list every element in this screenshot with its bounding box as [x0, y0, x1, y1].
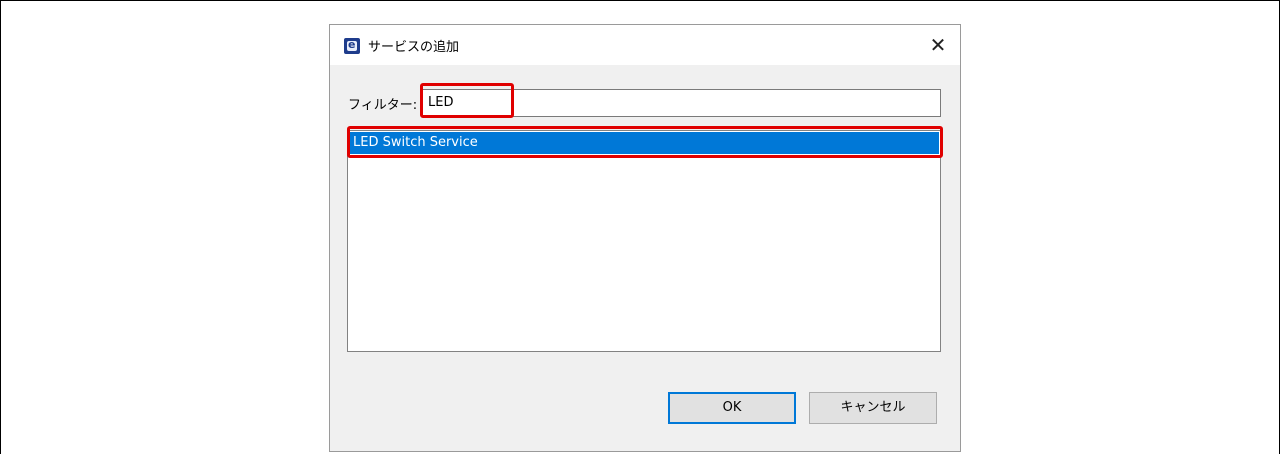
service-list[interactable]: LED Switch Service	[347, 130, 941, 352]
close-icon[interactable]: ✕	[924, 32, 952, 58]
add-service-dialog: サービスの追加 ✕ フィルター: LED LED Switch Service …	[329, 24, 961, 452]
ok-button[interactable]: OK	[668, 392, 796, 424]
cancel-button[interactable]: キャンセル	[809, 392, 937, 424]
title-bar[interactable]: サービスの追加 ✕	[330, 25, 960, 65]
list-item-highlight-box	[347, 126, 943, 158]
dialog-title: サービスの追加	[368, 40, 460, 55]
filter-label: フィルター:	[348, 98, 418, 113]
filter-highlight-box	[420, 83, 514, 118]
app-icon	[344, 38, 360, 54]
